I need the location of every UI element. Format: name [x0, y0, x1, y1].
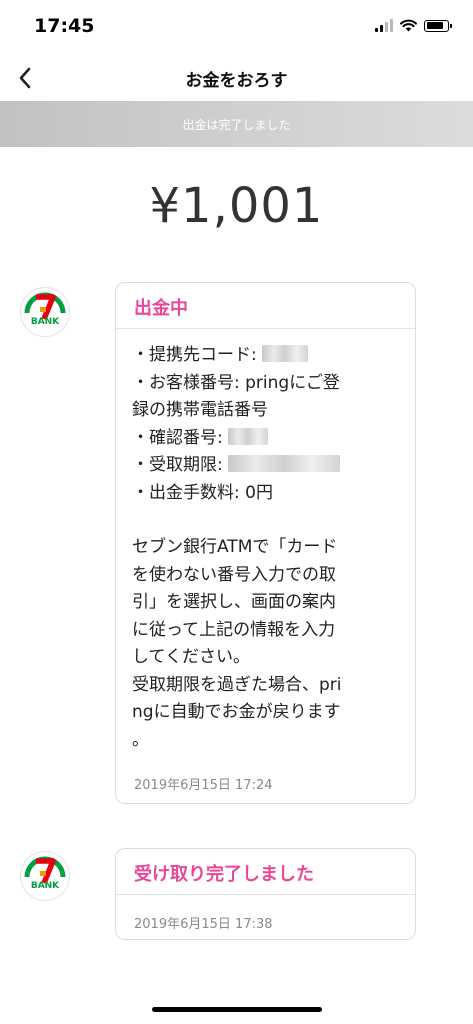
instruction-line: 。 — [132, 729, 149, 750]
card-header: 出金中 — [116, 283, 415, 329]
message-card-withdrawing: 出金中 ・提携先コード: ・お客様番号: pringにご登 録の携帯電話番号 ・… — [115, 282, 416, 804]
card-body: ・提携先コード: ・お客様番号: pringにご登 録の携帯電話番号 ・確認番号… — [116, 329, 415, 754]
withdrawal-amount: ¥1,001 — [149, 178, 324, 234]
redacted-value — [228, 455, 341, 472]
detail-customer-number-cont: 録の携帯電話番号 — [132, 400, 268, 420]
message-timestamp: 2019年6月15日 17:38 — [134, 917, 273, 932]
message-timestamp: 2019年6月15日 17:24 — [134, 778, 273, 793]
page-title: お金をおろす — [185, 71, 288, 91]
svg-text:BANK: BANK — [31, 881, 60, 891]
svg-text:BANK: BANK — [31, 317, 60, 327]
card-header: 受け取り完了しました — [116, 849, 415, 895]
card-title: 出金中 — [134, 298, 188, 319]
banner-text: 出金は完了しました — [182, 118, 291, 132]
seven-bank-logo-icon: BANK — [24, 856, 66, 891]
card-title: 受け取り完了しました — [134, 864, 314, 885]
battery-icon — [424, 19, 452, 32]
status-banner: 出金は完了しました — [0, 101, 473, 147]
status-bar: 17:45 — [0, 0, 473, 58]
home-indicator[interactable] — [152, 1007, 322, 1012]
instruction-line: に従って上記の情報を入力 — [132, 619, 336, 640]
redacted-value — [228, 427, 269, 445]
battery-level — [426, 22, 443, 29]
seven-bank-logo: BANK — [20, 851, 70, 901]
detail-confirmation-number: ・確認番号: — [132, 425, 399, 453]
seven-bank-logo: BANK — [20, 287, 70, 337]
detail-partner-code: ・提携先コード: — [132, 342, 399, 370]
detail-customer-number: ・お客様番号: pringにご登 — [132, 372, 340, 393]
seven-bank-logo-icon: BANK — [24, 292, 66, 327]
instruction-line: 引」を選択し、画面の案内 — [132, 592, 336, 612]
wifi-icon — [400, 19, 417, 32]
redacted-value — [262, 345, 309, 362]
instruction-line: 受取期限を過ぎた場合、pri — [132, 674, 342, 695]
navigation-bar: お金をおろす — [0, 56, 473, 100]
cellular-signal-icon — [375, 19, 393, 32]
instruction-line: ngに自動でお金が戻ります — [132, 702, 341, 722]
detail-fee: ・出金手数料: 0円 — [132, 482, 273, 503]
instruction-line: してください。 — [132, 647, 250, 667]
status-time: 17:45 — [34, 15, 95, 37]
instruction-line: を使わない番号入力での取 — [132, 564, 336, 585]
message-card-completed: 受け取り完了しました 2019年6月15日 17:38 — [115, 848, 416, 940]
detail-expiry: ・受取期限: — [132, 452, 399, 480]
status-icons — [375, 19, 452, 32]
instruction-line: セブン銀行ATMで「カード — [132, 537, 338, 557]
